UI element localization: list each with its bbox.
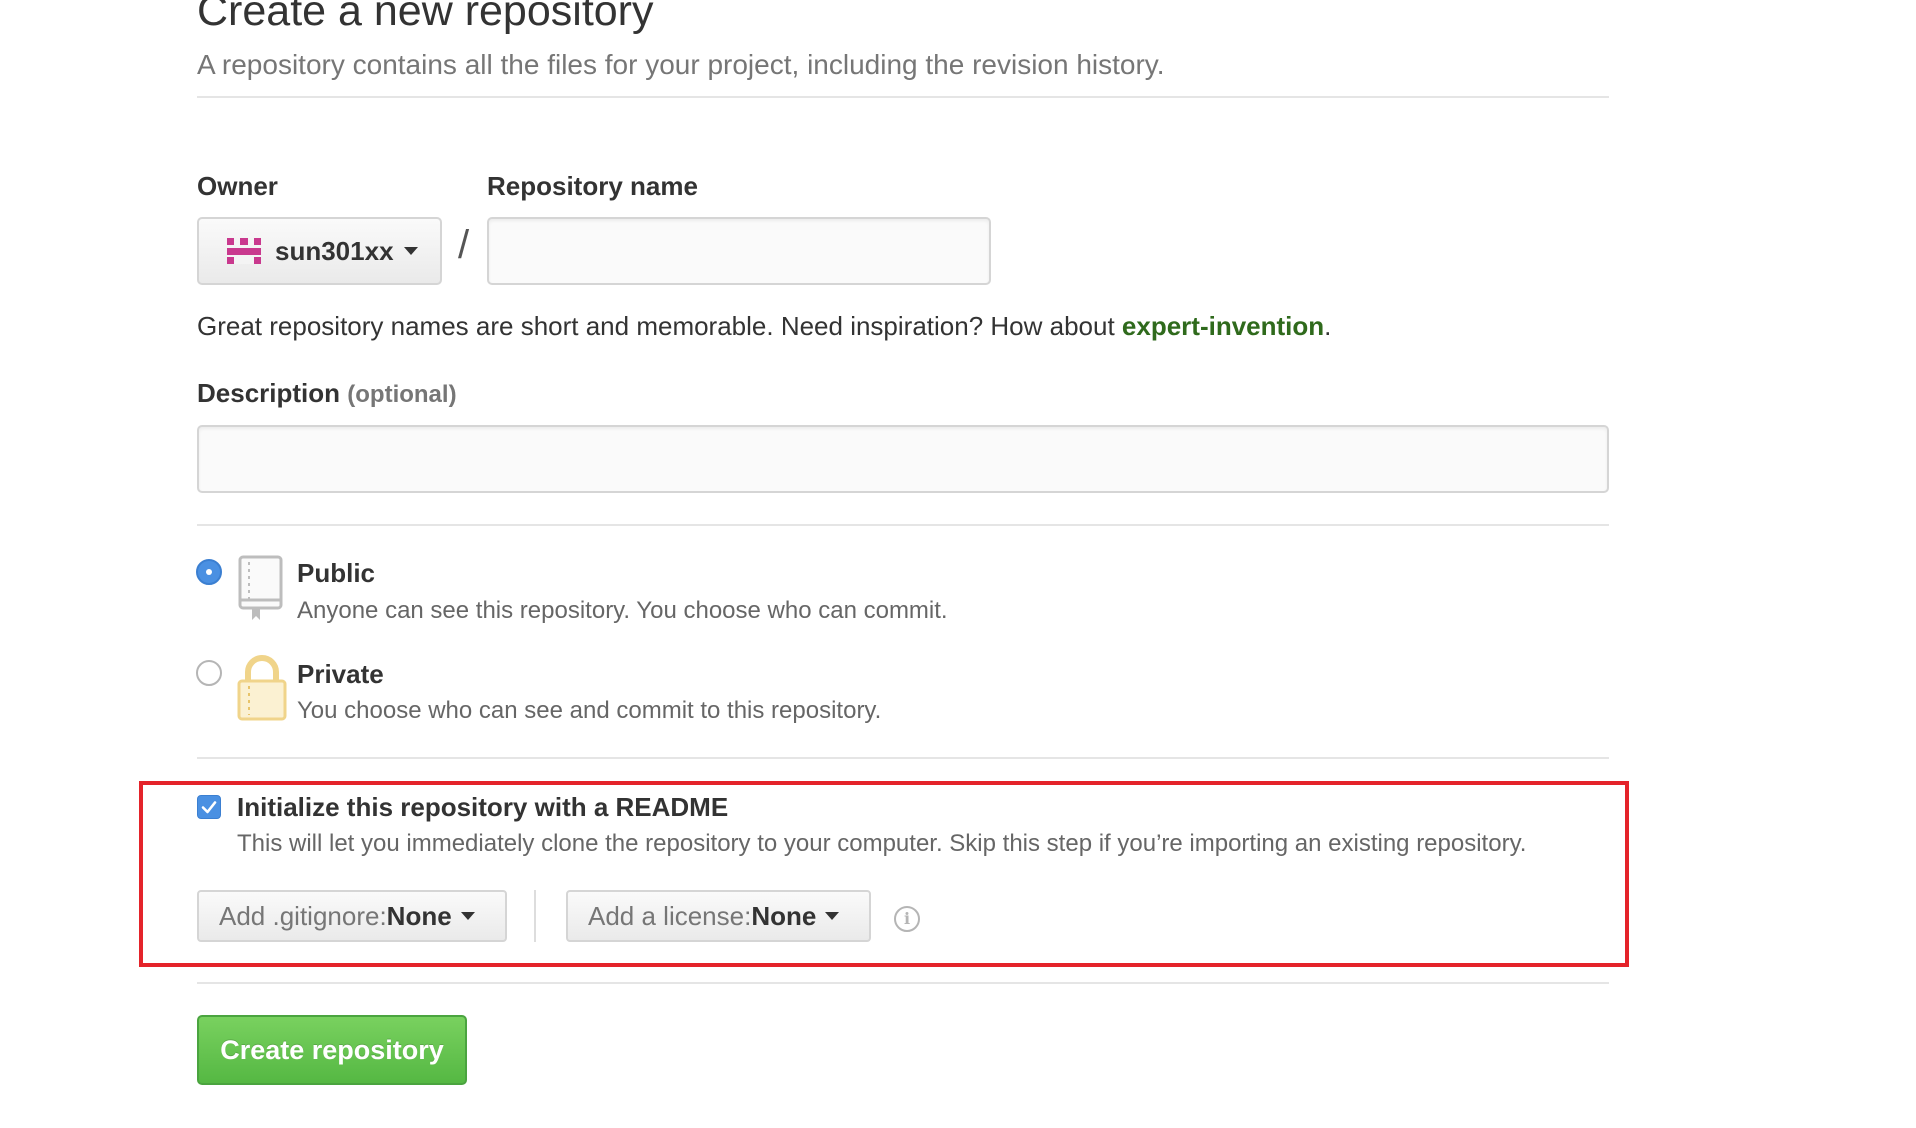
license-select[interactable]: Add a license: None: [566, 890, 871, 942]
owner-select[interactable]: sun301xx: [197, 217, 442, 285]
select-separator: [534, 890, 536, 942]
gitignore-select[interactable]: Add .gitignore: None: [197, 890, 507, 942]
private-option-description: You choose who can see and commit to thi…: [297, 697, 882, 724]
public-option-description: Anyone can see this repository. You choo…: [297, 597, 948, 624]
repository-name-hint: Great repository names are short and mem…: [197, 311, 1331, 342]
description-label-text: Description: [197, 378, 341, 408]
readme-title[interactable]: Initialize this repository with a README: [237, 792, 728, 823]
chevron-down-icon: [460, 912, 475, 920]
owner-avatar-icon: [227, 238, 261, 264]
description-input[interactable]: [197, 425, 1609, 493]
checkmark-icon: [201, 801, 217, 814]
description-label: Description (optional): [197, 378, 457, 409]
readme-checkbox[interactable]: [197, 795, 221, 819]
gitignore-prefix: Add .gitignore:: [219, 900, 387, 931]
gitignore-value: None: [386, 900, 452, 931]
description-optional: (optional): [347, 381, 457, 408]
suggested-name-link[interactable]: expert-invention: [1122, 311, 1324, 341]
readme-divider: [197, 982, 1609, 984]
header-divider: [197, 96, 1609, 98]
visibility-divider: [197, 757, 1609, 759]
owner-label: Owner: [197, 171, 278, 201]
public-radio[interactable]: [196, 559, 222, 585]
repository-name-input[interactable]: [487, 217, 991, 285]
owner-repo-separator: /: [458, 223, 470, 267]
page-subtitle: A repository contains all the files for …: [197, 49, 1165, 80]
owner-name: sun301xx: [275, 235, 394, 266]
repo-book-icon: [237, 554, 287, 624]
lock-icon: [237, 655, 287, 721]
private-radio[interactable]: [196, 660, 222, 686]
description-divider: [197, 524, 1609, 526]
chevron-down-icon: [403, 247, 418, 255]
public-option-title[interactable]: Public: [297, 558, 375, 589]
readme-description: This will let you immediately clone the …: [237, 830, 1527, 857]
hint-text: Great repository names are short and mem…: [197, 311, 1122, 341]
chevron-down-icon: [825, 912, 840, 920]
info-icon[interactable]: i: [894, 906, 920, 932]
page-title: Create a new repository: [197, 0, 654, 35]
create-repository-button[interactable]: Create repository: [197, 1015, 467, 1085]
repository-name-label: Repository name: [487, 171, 698, 201]
private-option-title[interactable]: Private: [297, 659, 384, 690]
license-value: None: [751, 900, 817, 931]
license-prefix: Add a license:: [588, 900, 752, 931]
hint-suffix: .: [1324, 311, 1332, 341]
